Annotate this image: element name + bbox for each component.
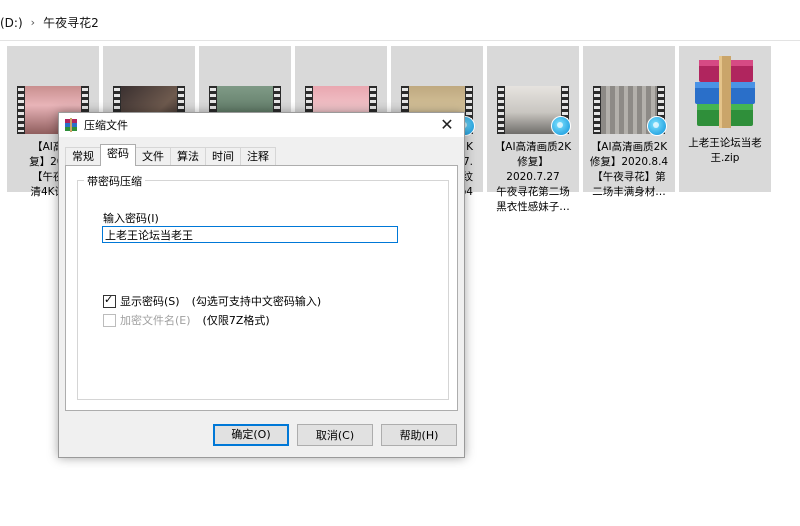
password-input[interactable]: [102, 226, 398, 243]
file-item-video-7[interactable]: 【AI高清画质2K 修复】2020.8.4 【午夜寻花】第 二场丰满身材…: [583, 46, 675, 198]
tab-general[interactable]: 常规: [65, 147, 101, 166]
encrypt-filenames-checkbox: 加密文件名(E) (仅限7Z格式): [103, 312, 270, 328]
encrypt-filenames-label: 加密文件名(E): [120, 314, 191, 327]
tab-algorithm[interactable]: 算法: [170, 147, 206, 166]
tab-files[interactable]: 文件: [135, 147, 171, 166]
breadcrumb: (D:) › 午夜寻花2: [0, 14, 99, 31]
show-password-note: (勾选可支持中文密码输入): [191, 295, 322, 308]
tab-panel-password: 带密码压缩: [65, 165, 458, 411]
encrypt-filenames-note: (仅限7Z格式): [202, 314, 270, 327]
winrar-app-icon: [65, 118, 77, 132]
checkbox-unchecked-icon: [103, 313, 116, 327]
help-button[interactable]: 帮助(H): [381, 424, 457, 446]
cancel-button[interactable]: 取消(C): [297, 424, 373, 446]
close-icon[interactable]: ✕: [438, 116, 456, 134]
file-name: 【AI高清画质2K 修复】2020.8.4 【午夜寻花】第 二场丰满身材…: [589, 141, 669, 198]
dialog-title: 压缩文件: [84, 119, 128, 132]
dialog-titlebar[interactable]: 压缩文件 ✕: [59, 113, 464, 137]
media-player-badge-icon: [647, 116, 667, 136]
breadcrumb-folder[interactable]: 午夜寻花2: [43, 14, 99, 31]
checkbox-checked-icon[interactable]: [103, 293, 116, 308]
file-item-video-6[interactable]: 【AI高清画质2K 修复】2020.7.27 午夜寻花第二场 黑衣性感妹子…: [487, 46, 579, 213]
winrar-archive-icon: [695, 56, 755, 128]
tab-time[interactable]: 时间: [205, 147, 241, 166]
tab-bar: 常规 密码 文件 算法 时间 注释: [65, 144, 276, 166]
breadcrumb-separator-icon: ›: [30, 16, 36, 29]
show-password-checkbox[interactable]: 显示密码(S) (勾选可支持中文密码输入): [103, 293, 321, 309]
compress-dialog: 压缩文件 ✕ 常规 密码 文件 算法 时间 注释 带密码压缩 输入密码(I) 显…: [58, 112, 465, 458]
password-label: 输入密码(I): [103, 212, 159, 225]
show-password-label[interactable]: 显示密码(S): [120, 293, 180, 309]
address-bar[interactable]: (D:) › 午夜寻花2: [0, 0, 800, 41]
tab-comment[interactable]: 注释: [240, 147, 276, 166]
breadcrumb-drive[interactable]: (D:): [0, 16, 23, 30]
tab-password[interactable]: 密码: [100, 144, 136, 166]
file-name: 上老王论坛当老 王.zip: [688, 137, 762, 164]
group-title: 带密码压缩: [84, 173, 145, 189]
file-item-zip[interactable]: 上老王论坛当老 王.zip: [679, 46, 771, 192]
ok-button[interactable]: 确定(O): [213, 424, 289, 446]
file-name: 【AI高清画质2K 修复】2020.7.27 午夜寻花第二场 黑衣性感妹子…: [494, 141, 572, 213]
media-player-badge-icon: [551, 116, 571, 136]
